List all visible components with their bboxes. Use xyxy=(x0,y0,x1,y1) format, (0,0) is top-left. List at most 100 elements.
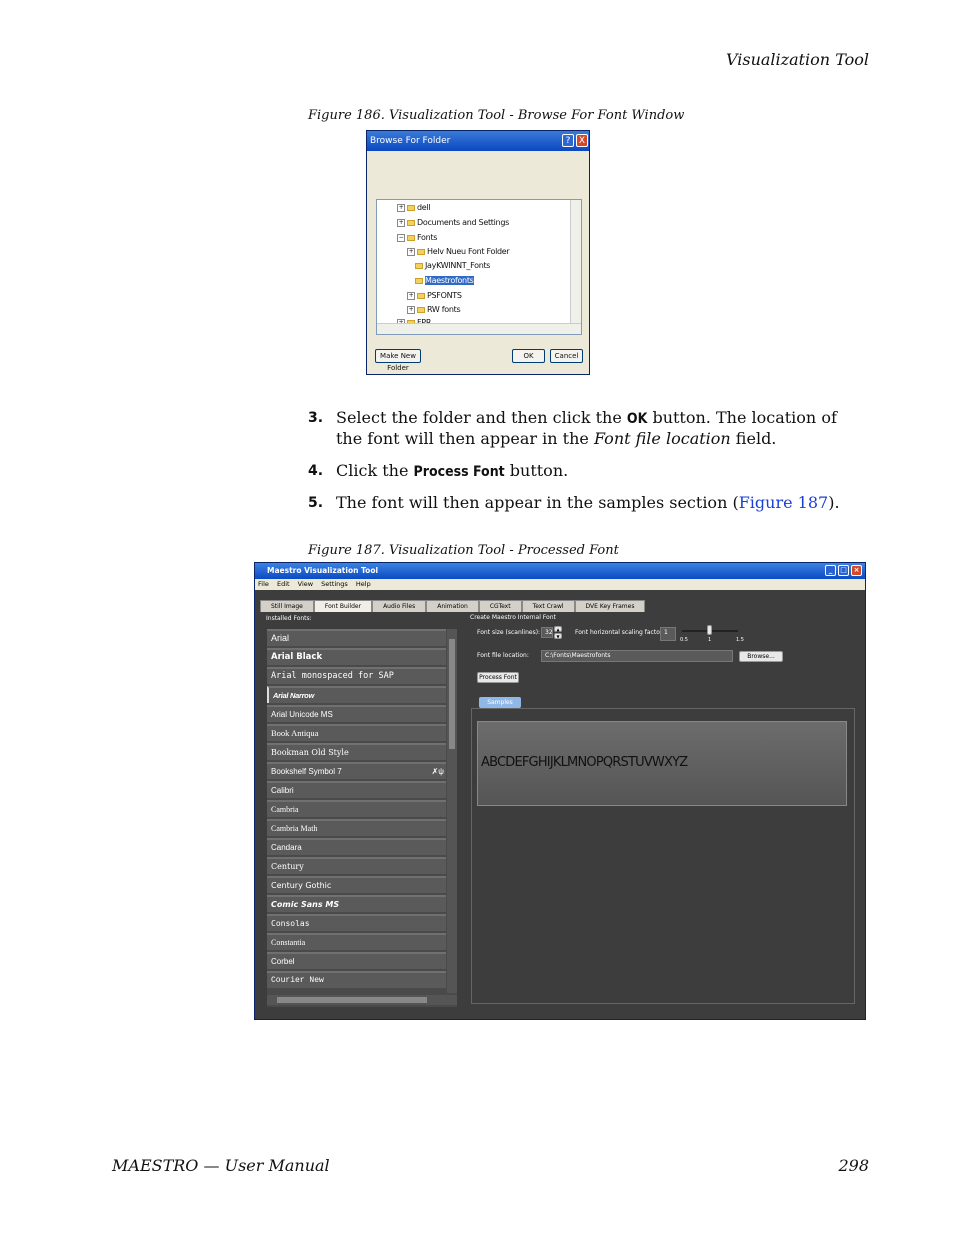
tree-item-fonts[interactable]: − Fonts xyxy=(397,232,437,243)
tree-item-helv[interactable]: + Helv Nueu Font Folder xyxy=(407,246,510,257)
font-file-location-label: Font file location: xyxy=(477,652,529,659)
figure-186-caption: Figure 186. Visualization Tool - Browse … xyxy=(308,108,685,123)
font-item-courier-new[interactable]: Courier New xyxy=(267,971,446,988)
font-item-arial-monospaced[interactable]: Arial monospaced for SAP xyxy=(267,667,446,684)
font-item-consolas[interactable]: Consolas xyxy=(267,914,446,931)
tree-item-jaykwinnt[interactable]: JayKWINNT_Fonts xyxy=(415,260,490,271)
tree-item-label: RW fonts xyxy=(427,305,461,314)
scale-tick: 1.5 xyxy=(736,637,744,643)
folder-icon xyxy=(407,204,415,211)
font-item-arial[interactable]: Arial xyxy=(267,629,446,646)
step-text-part: button. xyxy=(504,461,569,480)
folder-icon xyxy=(415,262,423,269)
menu-edit[interactable]: Edit xyxy=(277,580,290,588)
tree-item-dell[interactable]: + dell xyxy=(397,202,431,213)
expand-icon[interactable]: + xyxy=(397,218,405,227)
font-item-arial-narrow[interactable]: Arial Narrow xyxy=(267,686,446,703)
folder-icon xyxy=(407,219,415,226)
fonts-vertical-scrollbar[interactable] xyxy=(447,629,457,993)
scroll-thumb[interactable] xyxy=(277,997,427,1003)
menu-file[interactable]: File xyxy=(258,580,269,588)
tab-animation[interactable]: Animation xyxy=(426,600,479,612)
spin-up-icon[interactable]: ▲ xyxy=(554,626,562,632)
tab-audio-files[interactable]: Audio Files xyxy=(372,600,427,612)
menu-settings[interactable]: Settings xyxy=(321,580,348,588)
tab-text-crawl[interactable]: Text Crawl xyxy=(521,600,575,612)
installed-fonts-list[interactable]: Arial Arial Black Arial monospaced for S… xyxy=(267,629,457,1007)
font-item-bookman[interactable]: Bookman Old Style xyxy=(267,743,446,760)
font-item-cambria-math[interactable]: Cambria Math xyxy=(267,819,446,836)
step-text-part: Click the xyxy=(336,461,414,480)
tab-font-builder[interactable]: Font Builder xyxy=(313,600,373,612)
figure-187-link[interactable]: Figure 187 xyxy=(739,493,829,512)
font-item-bookshelf-symbol[interactable]: Bookshelf Symbol 7 ✗ψ xyxy=(267,762,446,779)
tab-still-image[interactable]: Still Image xyxy=(260,600,314,612)
font-item-calibri[interactable]: Calibri xyxy=(267,781,446,798)
tab-dve-key-frames[interactable]: DVE Key Frames xyxy=(574,600,646,612)
font-item-candara[interactable]: Candara xyxy=(267,838,446,855)
font-item-century[interactable]: Century xyxy=(267,857,446,874)
font-item-book-antiqua[interactable]: Book Antiqua xyxy=(267,724,446,741)
cancel-button[interactable]: Cancel xyxy=(550,349,583,363)
step-number: 3. xyxy=(308,410,324,426)
tree-item-rwfonts[interactable]: + RW fonts xyxy=(407,304,461,315)
step-text-part: ). xyxy=(828,493,840,512)
scaling-factor-label: Font horizontal scaling factor: xyxy=(575,629,665,636)
expand-icon[interactable]: + xyxy=(397,203,405,212)
collapse-icon[interactable]: − xyxy=(397,233,405,242)
expand-icon[interactable]: + xyxy=(407,305,415,314)
minimize-icon[interactable]: _ xyxy=(825,565,836,576)
tree-horizontal-scrollbar[interactable] xyxy=(377,323,581,334)
scroll-thumb[interactable] xyxy=(449,639,455,749)
tab-samples[interactable]: Samples xyxy=(479,697,521,708)
expand-icon[interactable]: + xyxy=(407,291,415,300)
close-icon[interactable]: X xyxy=(576,134,588,147)
folder-icon xyxy=(407,234,415,241)
font-file-location-input[interactable]: C:\Fonts\Maestrofonts xyxy=(541,650,733,662)
step-number: 4. xyxy=(308,463,324,479)
font-item-comic-sans[interactable]: Comic Sans MS xyxy=(267,895,446,912)
font-item-cambria[interactable]: Cambria xyxy=(267,800,446,817)
font-item-arial-unicode[interactable]: Arial Unicode MS xyxy=(267,705,446,722)
tree-item-label: Fonts xyxy=(417,233,438,242)
step-text: Click the Process Font button. xyxy=(336,461,868,482)
font-item-century-gothic[interactable]: Century Gothic xyxy=(267,876,446,893)
tree-item-maestrofonts[interactable]: Maestrofonts xyxy=(415,275,474,286)
font-size-label: Font size (scanlines): xyxy=(477,629,541,636)
font-item-arial-black[interactable]: Arial Black xyxy=(267,648,446,665)
scaling-slider-thumb[interactable] xyxy=(707,625,712,635)
scale-tick: 0.5 xyxy=(680,637,688,643)
tree-item-psfonts[interactable]: + PSFONTS xyxy=(407,290,462,301)
browse-button[interactable]: Browse... xyxy=(739,651,783,662)
font-item-constantia[interactable]: Constantia xyxy=(267,933,446,950)
ok-keyword: OK xyxy=(626,411,648,427)
font-size-input[interactable]: 32 xyxy=(541,627,553,638)
browse-for-folder-dialog: Browse For Folder ? X + dell + Documents a… xyxy=(366,130,590,375)
tab-cgtext[interactable]: CGText xyxy=(478,600,522,612)
scaling-factor-input[interactable]: 1 xyxy=(660,627,676,641)
tree-item-label: Documents and Settings xyxy=(417,218,509,227)
help-icon[interactable]: ? xyxy=(562,134,574,147)
menu-help[interactable]: Help xyxy=(356,580,371,588)
step-3: 3. Select the folder and then click the … xyxy=(308,408,868,449)
maximize-icon[interactable]: □ xyxy=(838,565,849,576)
tree-item-label: Maestrofonts xyxy=(425,276,474,285)
scale-tick: 1 xyxy=(708,637,712,643)
expand-icon[interactable]: + xyxy=(407,247,415,256)
ok-button[interactable]: OK xyxy=(512,349,545,363)
make-new-folder-button[interactable]: Make New Folder xyxy=(375,349,421,372)
page-header: Visualization Tool xyxy=(725,50,869,69)
spin-down-icon[interactable]: ▼ xyxy=(554,633,562,639)
step-text: Select the folder and then click the OK … xyxy=(336,408,868,449)
font-item-corbel[interactable]: Corbel xyxy=(267,952,446,969)
folder-tree[interactable]: + dell + Documents and Settings − Fonts + He… xyxy=(376,199,582,335)
tree-item-documents[interactable]: + Documents and Settings xyxy=(397,217,509,228)
step-5: 5. The font will then appear in the samp… xyxy=(308,493,868,513)
close-icon[interactable]: × xyxy=(851,565,862,576)
sample-preview: ABCDEFGHIJKLMNOPQRSTUVWXYZ xyxy=(477,721,847,806)
fonts-horizontal-scrollbar[interactable] xyxy=(267,995,457,1005)
tree-vertical-scrollbar[interactable] xyxy=(570,200,581,324)
menu-view[interactable]: View xyxy=(298,580,313,588)
process-font-button[interactable]: Process Font xyxy=(477,672,519,683)
sample-text: ABCDEFGHIJKLMNOPQRSTUVWXYZ xyxy=(481,755,688,770)
